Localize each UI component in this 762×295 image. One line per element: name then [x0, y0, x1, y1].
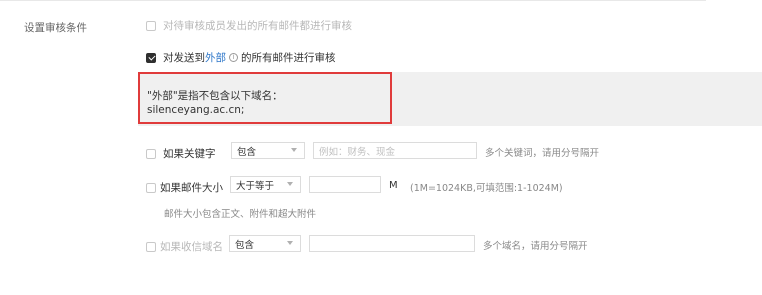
- size-range-hint: (1M=1024KB,可填范围:1-1024M): [410, 183, 563, 194]
- external-prefix: 对发送到: [163, 52, 205, 64]
- external-suffix: 的所有邮件进行审核: [241, 52, 336, 64]
- external-checkbox[interactable]: [146, 52, 156, 63]
- size-compare-select[interactable]: 大于等于: [230, 176, 301, 193]
- keyword-checkbox[interactable]: [146, 148, 156, 159]
- external-link[interactable]: 外部: [205, 50, 226, 65]
- keyword-match-value: 包含: [237, 146, 257, 158]
- keyword-label: 如果关键字: [163, 148, 216, 160]
- internal-members-checkbox[interactable]: [146, 20, 156, 31]
- keyword-hint: 多个关键词，请用分号隔开: [485, 148, 600, 159]
- size-checkbox[interactable]: [146, 182, 156, 193]
- size-rule-row: 如果邮件大小: [146, 180, 223, 195]
- top-divider: [0, 0, 706, 1]
- section-label: 设置审核条件: [24, 22, 87, 34]
- chevron-down-icon: [287, 182, 293, 186]
- domain-rule-row: 如果收信域名: [146, 239, 223, 254]
- chevron-down-icon: [287, 241, 293, 245]
- size-unit: M: [389, 180, 398, 191]
- info-icon[interactable]: i: [229, 53, 238, 62]
- domain-match-value: 包含: [235, 239, 255, 251]
- size-sub-hint: 邮件大小包含正文、附件和超大附件: [164, 209, 317, 220]
- size-label: 如果邮件大小: [160, 182, 223, 194]
- chevron-down-icon: [291, 148, 297, 152]
- size-input[interactable]: [309, 176, 381, 193]
- highlight-box: [138, 72, 392, 124]
- keyword-rule-row: 如果关键字: [146, 146, 216, 161]
- domain-label: 如果收信域名: [160, 241, 223, 253]
- option-internal-members[interactable]: 对待审核成员发出的所有邮件都进行审核: [146, 18, 352, 33]
- domain-hint: 多个域名，请用分号隔开: [483, 241, 588, 252]
- keyword-input[interactable]: 例如：财务、现金: [313, 142, 477, 159]
- domain-input[interactable]: [309, 235, 475, 252]
- keyword-placeholder: 例如：财务、现金: [319, 146, 396, 158]
- keyword-match-select[interactable]: 包含: [231, 142, 305, 159]
- domain-match-select[interactable]: 包含: [229, 235, 301, 252]
- option-external[interactable]: 对发送到 外部 i 的所有邮件进行审核: [146, 50, 336, 65]
- size-compare-value: 大于等于: [236, 180, 275, 192]
- domain-checkbox[interactable]: [146, 241, 156, 252]
- internal-members-label: 对待审核成员发出的所有邮件都进行审核: [163, 20, 352, 32]
